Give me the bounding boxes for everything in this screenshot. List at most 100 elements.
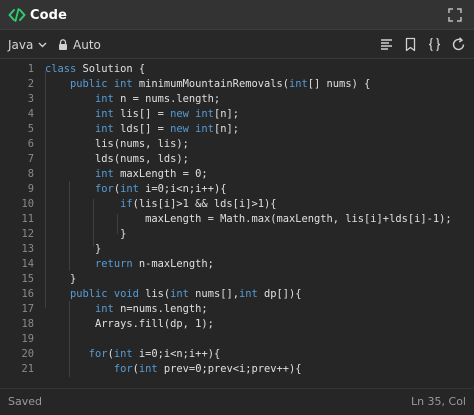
keyword-token: int bbox=[238, 288, 258, 300]
code-text: } bbox=[45, 242, 101, 257]
code-token: lis( bbox=[138, 288, 171, 300]
reset-icon[interactable] bbox=[451, 37, 466, 52]
code-line[interactable]: 17 int n=nums.length; bbox=[0, 302, 474, 317]
line-number: 11 bbox=[21, 213, 34, 225]
code-token: i=0;i<n;i++){ bbox=[138, 183, 227, 195]
line-number: 2 bbox=[27, 78, 34, 90]
code-token: [n]; bbox=[213, 108, 239, 120]
code-text: class Solution { bbox=[45, 62, 145, 77]
code-token: prev=0;prev<i;prev++){ bbox=[157, 363, 302, 375]
code-line[interactable]: 16 public void lis(int nums[],int dp[]){ bbox=[0, 287, 474, 302]
line-number: 19 bbox=[21, 333, 34, 345]
keyword-token: for bbox=[88, 348, 108, 360]
code-text: for(int i=0;i<n;i++){ bbox=[45, 182, 226, 197]
code-token: [n]; bbox=[213, 123, 239, 135]
code-text: int lds[] = new int[n]; bbox=[45, 122, 239, 137]
code-line[interactable]: 13 } bbox=[0, 242, 474, 257]
code-line[interactable]: 2 public int minimumMountainRemovals(int… bbox=[0, 77, 474, 92]
code-text: int maxLength = 0; bbox=[45, 167, 208, 182]
bookmark-icon[interactable] bbox=[403, 37, 418, 52]
code-token: lis(nums, lis); bbox=[45, 138, 189, 150]
keyword-token: new int bbox=[170, 123, 214, 135]
auto-mode-toggle[interactable]: Auto bbox=[58, 36, 101, 53]
code-text: } bbox=[45, 272, 76, 287]
format-lines-icon[interactable] bbox=[379, 37, 394, 52]
expand-icon[interactable] bbox=[448, 8, 462, 22]
line-number: 6 bbox=[27, 138, 34, 150]
code-line[interactable]: 14 return n-maxLength; bbox=[0, 257, 474, 272]
keyword-token: new int bbox=[170, 108, 214, 120]
line-number: 9 bbox=[27, 183, 34, 195]
code-text: for(int i=0;i<n;i++){ bbox=[45, 347, 220, 362]
code-line[interactable]: 4 int lis[] = new int[n]; bbox=[0, 107, 474, 122]
code-token: i=0;i<n;i++){ bbox=[132, 348, 221, 360]
braces-icon[interactable] bbox=[427, 37, 442, 52]
keyword-token: int bbox=[170, 288, 189, 300]
keyword-token: if bbox=[120, 198, 133, 210]
code-line[interactable]: 7 lds(nums, lds); bbox=[0, 152, 474, 167]
language-select[interactable]: Java bbox=[8, 36, 47, 53]
code-editor[interactable]: 1 class Solution {2 public int minimumMou… bbox=[0, 59, 474, 377]
code-line[interactable]: 1 class Solution { bbox=[0, 62, 474, 77]
code-text: } bbox=[45, 227, 126, 242]
line-number: 5 bbox=[27, 123, 34, 135]
code-line[interactable]: 15 } bbox=[0, 272, 474, 287]
code-text: int n=nums.length; bbox=[45, 302, 208, 317]
line-number: 17 bbox=[21, 303, 34, 315]
mode-label: Auto bbox=[73, 37, 101, 52]
keyword-token: public void bbox=[70, 288, 139, 300]
line-number: 15 bbox=[21, 273, 34, 285]
save-status: Saved bbox=[8, 395, 42, 408]
code-line[interactable]: 11 maxLength = Math.max(maxLength, lis[i… bbox=[0, 212, 474, 227]
code-token: n = nums.length; bbox=[113, 93, 221, 105]
keyword-token: public int bbox=[70, 78, 133, 90]
toolbar-icons bbox=[379, 37, 466, 53]
title-bar: Code bbox=[0, 0, 474, 30]
code-token: dp[]){ bbox=[257, 288, 302, 300]
code-text: public int minimumMountainRemovals(int[]… bbox=[45, 77, 370, 92]
code-line[interactable]: 9 for(int i=0;i<n;i++){ bbox=[0, 182, 474, 197]
code-line[interactable]: 12 } bbox=[0, 227, 474, 242]
code-text: maxLength = Math.max(maxLength, lis[i]+l… bbox=[45, 212, 452, 227]
code-line[interactable]: 21 for(int prev=0;prev<i;prev++){ bbox=[0, 362, 474, 377]
code-text: for(int prev=0;prev<i;prev++){ bbox=[45, 362, 302, 377]
code-line[interactable]: 3 int n = nums.length; bbox=[0, 92, 474, 107]
code-text: if(lis[i]>1 && lds[i]>1){ bbox=[45, 197, 276, 212]
code-line[interactable]: 8 int maxLength = 0; bbox=[0, 167, 474, 182]
code-token: (lis[i]>1 && lds[i]>1){ bbox=[132, 198, 277, 210]
code-line[interactable]: 18 Arrays.fill(dp, 1); bbox=[0, 317, 474, 332]
code-line[interactable]: 19 bbox=[0, 332, 474, 347]
chevron-down-icon bbox=[38, 42, 47, 47]
title-group: Code bbox=[8, 7, 67, 23]
keyword-token: int bbox=[95, 123, 114, 135]
editor-toolbar: Java Auto bbox=[0, 30, 474, 59]
code-token: n-maxLength; bbox=[132, 258, 214, 270]
code-line[interactable]: 5 int lds[] = new int[n]; bbox=[0, 122, 474, 137]
line-number: 14 bbox=[21, 258, 34, 270]
window-title: Code bbox=[30, 7, 67, 23]
keyword-token: int bbox=[120, 183, 139, 195]
code-token: lis[] = bbox=[113, 108, 171, 120]
code-token: lds(nums, lds); bbox=[45, 153, 189, 165]
code-text: int lis[] = new int[n]; bbox=[45, 107, 239, 122]
line-number: 13 bbox=[21, 243, 34, 255]
line-number: 21 bbox=[21, 363, 34, 375]
code-token: maxLength = 0; bbox=[113, 168, 208, 180]
code-token: Solution { bbox=[76, 63, 146, 75]
code-text: int n = nums.length; bbox=[45, 92, 220, 107]
code-line[interactable]: 10 if(lis[i]>1 && lds[i]>1){ bbox=[0, 197, 474, 212]
code-line[interactable]: 6 lis(nums, lis); bbox=[0, 137, 474, 152]
code-token: minimumMountainRemovals( bbox=[132, 78, 289, 90]
code-token: Arrays.fill(dp, 1); bbox=[45, 318, 214, 330]
code-line[interactable]: 20 for(int i=0;i<n;i++){ bbox=[0, 347, 474, 362]
